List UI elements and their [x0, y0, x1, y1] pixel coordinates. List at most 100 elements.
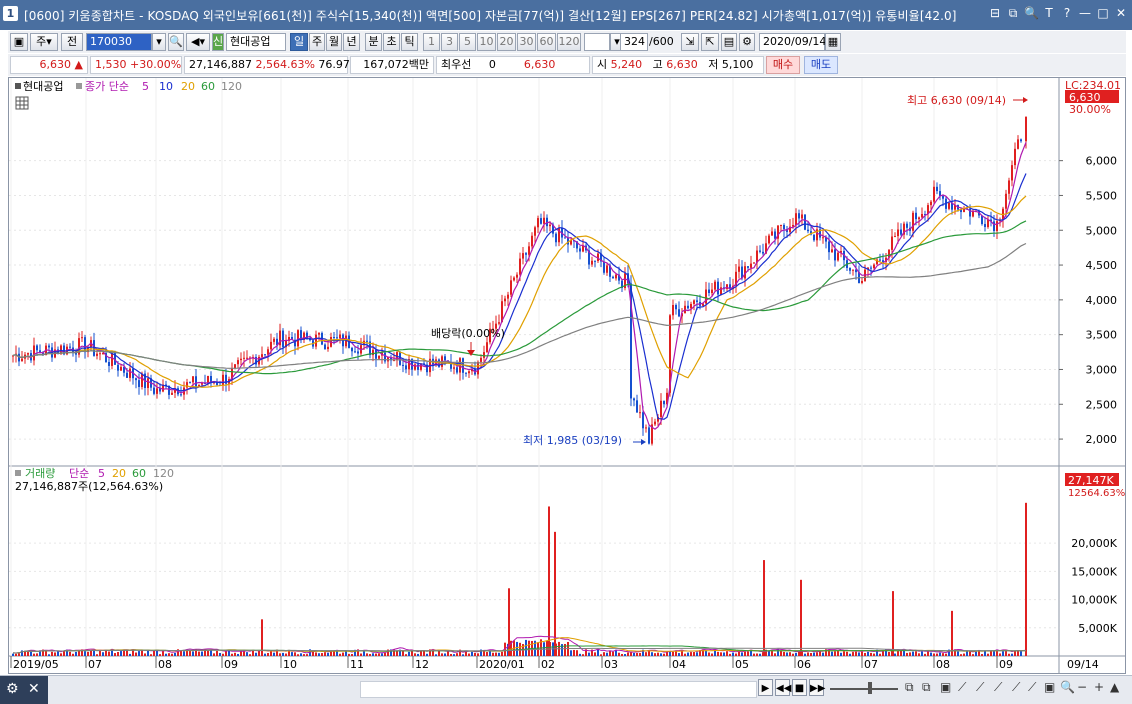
panel-icon[interactable]: ▣: [10, 33, 28, 51]
interval-120[interactable]: 120: [557, 33, 581, 51]
price-tick-label: 5,500: [1086, 189, 1118, 202]
zoom-slider-handle[interactable]: [868, 682, 872, 694]
rewind-button[interactable]: ◀◀: [775, 679, 791, 696]
volume-bar: [570, 650, 572, 656]
interval-20[interactable]: 20: [497, 33, 516, 51]
help-icon[interactable]: ?: [1060, 5, 1074, 21]
search-button[interactable]: 🔍: [168, 33, 184, 51]
tab-minute[interactable]: 분: [365, 33, 382, 51]
candle-body: [126, 372, 128, 378]
volume-bar: [132, 650, 134, 656]
x-tick-label: 04: [672, 658, 686, 671]
candle-body: [417, 364, 419, 370]
vol-legend-label: 거래량: [25, 467, 55, 480]
code-dropdown-icon[interactable]: ▾: [152, 33, 166, 51]
date-input[interactable]: 2020/09/14: [759, 33, 826, 51]
draw-icon-2[interactable]: ⟋: [976, 680, 984, 695]
window-icon[interactable]: ▣: [1044, 680, 1055, 694]
sound-icon[interactable]: ◀▾: [186, 33, 210, 51]
main-period-select[interactable]: 주▾: [30, 33, 58, 51]
layout-icon-3[interactable]: ▣: [940, 680, 951, 694]
volume-bar: [618, 652, 620, 656]
volume-bar: [744, 651, 746, 656]
candle-body: [801, 214, 803, 219]
save-icon[interactable]: ▤: [721, 33, 737, 51]
custom-interval-input[interactable]: [584, 33, 610, 51]
table-icon[interactable]: [15, 96, 29, 110]
calendar-icon[interactable]: ▦: [825, 33, 841, 51]
volume-bar: [864, 652, 866, 656]
restore-layout-icon[interactable]: ⧉: [1006, 5, 1020, 21]
text-icon[interactable]: T: [1042, 5, 1056, 21]
play-button[interactable]: ▶: [758, 679, 773, 696]
sell-button[interactable]: 매도: [804, 56, 838, 74]
close-button[interactable]: ✕: [1114, 5, 1128, 21]
draw-icon-3[interactable]: ⟋: [994, 680, 1002, 695]
interval-10[interactable]: 10: [477, 33, 496, 51]
volume-bar: [525, 639, 527, 656]
current-price: 6,630: [39, 58, 72, 71]
close-icon[interactable]: ✕: [28, 681, 40, 697]
zoom-slider[interactable]: [830, 688, 898, 690]
chart-area[interactable]: 2,000 2,500 3,000 3,500 4,000 4,500 5,000 5,500…: [8, 77, 1126, 674]
zoom-out-icon[interactable]: ⇱: [701, 33, 719, 51]
tab-year[interactable]: 년: [343, 33, 360, 51]
volume-bar: [582, 654, 584, 656]
volume-value: 27,146,887: [189, 58, 252, 71]
interval-1[interactable]: 1: [423, 33, 440, 51]
tab-day[interactable]: 일: [290, 33, 308, 51]
minimize-button[interactable]: —: [1078, 5, 1092, 21]
tab-second[interactable]: 초: [383, 33, 400, 51]
plus-icon[interactable]: +: [1094, 680, 1104, 694]
draw-icon-1[interactable]: ⟋: [958, 680, 966, 695]
maximize-button[interactable]: □: [1096, 5, 1110, 21]
search-icon[interactable]: 🔍: [1024, 5, 1039, 21]
stop-button[interactable]: ■: [792, 679, 807, 696]
interval-5[interactable]: 5: [459, 33, 476, 51]
volume-bar: [831, 651, 833, 656]
zoom-in-icon[interactable]: ⇲: [681, 33, 699, 51]
volume-bar: [456, 653, 458, 656]
count-input[interactable]: 324: [620, 33, 648, 51]
candle-body: [933, 186, 935, 202]
fast-forward-button[interactable]: ▶▶: [809, 679, 825, 696]
interval-60[interactable]: 60: [537, 33, 556, 51]
tab-tick[interactable]: 틱: [401, 33, 418, 51]
layout-icon-2[interactable]: ⧉: [922, 680, 931, 695]
layout-icon-1[interactable]: ⧉: [905, 680, 914, 695]
candle-body: [690, 303, 692, 309]
volume-bar: [711, 653, 713, 656]
layout-icon[interactable]: ⊟: [988, 5, 1002, 21]
volume-bar: [993, 651, 995, 656]
volume-bar: [444, 653, 446, 656]
chart-svg[interactable]: 2,000 2,500 3,000 3,500 4,000 4,500 5,000 5,500…: [9, 78, 1125, 673]
draw-icon-4[interactable]: ⟋: [1012, 680, 1020, 695]
volume-bar: [1002, 651, 1004, 656]
volume-bar: [774, 653, 776, 656]
app-icon[interactable]: 1: [3, 6, 18, 21]
stock-code-input[interactable]: 170030: [86, 33, 152, 51]
volume-bar: [423, 650, 425, 656]
horizontal-scrollbar[interactable]: [360, 681, 757, 698]
buy-button[interactable]: 매수: [766, 56, 800, 74]
prev-button[interactable]: 전: [61, 33, 83, 51]
magnifier-icon[interactable]: 🔍: [1060, 680, 1075, 694]
volume-bar: [273, 652, 275, 656]
settings-icon[interactable]: ⚙: [739, 33, 755, 51]
tab-week[interactable]: 주: [309, 33, 325, 51]
up-icon[interactable]: ▲: [1110, 680, 1119, 694]
gear-icon[interactable]: ⚙: [6, 681, 19, 697]
candle-body: [498, 322, 500, 324]
draw-icon-5[interactable]: ⟋: [1028, 680, 1036, 695]
minus-icon[interactable]: −: [1077, 680, 1087, 694]
candle-body: [687, 305, 689, 309]
volume-bar: [990, 651, 992, 656]
volume-bar: [846, 651, 848, 656]
volume-bar: [672, 651, 674, 656]
tab-month[interactable]: 월: [326, 33, 342, 51]
volume-bar: [627, 652, 629, 656]
interval-30[interactable]: 30: [517, 33, 536, 51]
candle-body: [879, 259, 881, 261]
interval-3[interactable]: 3: [441, 33, 458, 51]
volume-bar: [18, 653, 20, 656]
